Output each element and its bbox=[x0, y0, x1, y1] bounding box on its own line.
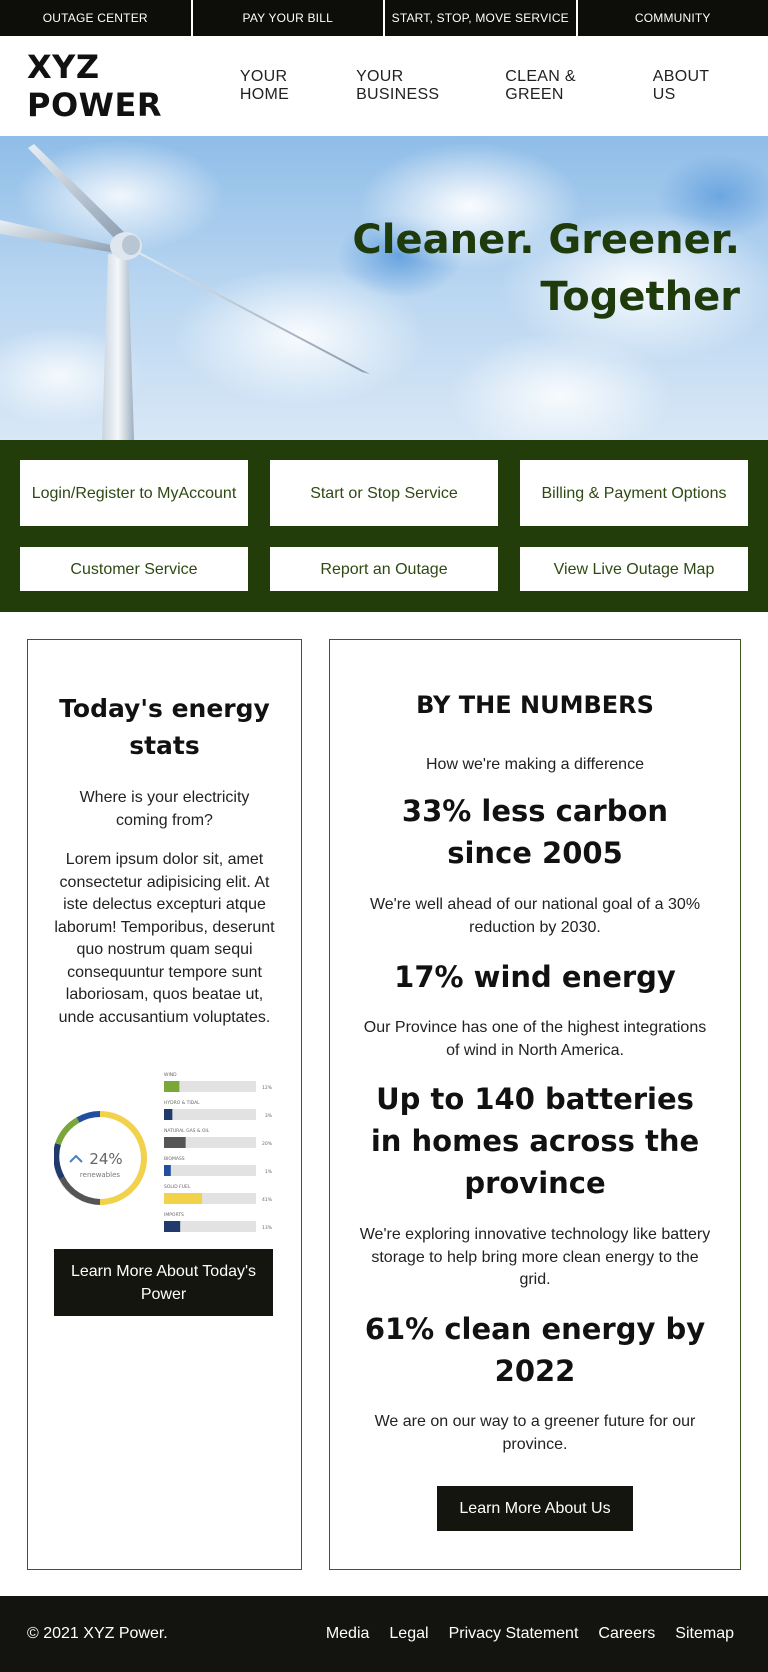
energy-mix-graphic: 24% renewables WIND 12% HYDRO & TIDAL 3% NAT… bbox=[54, 1072, 273, 1232]
energy-source-track bbox=[164, 1165, 256, 1176]
quick-link-billing-payment[interactable]: Billing & Payment Options bbox=[520, 460, 748, 526]
stat-heading-clean-energy: 61% clean energy by 2022 bbox=[364, 1312, 706, 1388]
energy-source-label: BIOMASS bbox=[164, 1156, 185, 1162]
energy-source-row: SOLID FUEL 41% bbox=[164, 1184, 273, 1204]
hero-headline-line-1: Cleaner. Greener. bbox=[352, 217, 740, 263]
hero-headline: Cleaner. Greener. Together bbox=[352, 212, 740, 326]
energy-source-label: SOLID FUEL bbox=[164, 1184, 191, 1190]
energy-source-bar bbox=[164, 1221, 181, 1232]
nav-your-business[interactable]: YOUR BUSINESS bbox=[356, 68, 487, 104]
energy-source-bar bbox=[164, 1081, 180, 1092]
stat-heading-batteries: Up to 140 batteries in homes across the … bbox=[370, 1082, 700, 1200]
quick-link-report-outage[interactable]: Report an Outage bbox=[270, 547, 498, 591]
nav-about-us[interactable]: ABOUT US bbox=[653, 68, 734, 104]
energy-source-label: IMPORTS bbox=[164, 1212, 184, 1218]
quick-link-start-stop-service[interactable]: Start or Stop Service bbox=[270, 460, 498, 526]
utility-link-pay-bill[interactable]: PAY YOUR BILL bbox=[193, 0, 385, 36]
quick-link-login-register[interactable]: Login/Register to MyAccount bbox=[20, 460, 248, 526]
energy-source-label: HYDRO & TIDAL bbox=[164, 1100, 200, 1106]
numbers-subtitle: How we're making a difference bbox=[426, 756, 644, 773]
renewables-percent: 24% bbox=[89, 1150, 122, 1168]
energy-source-row: HYDRO & TIDAL 3% bbox=[164, 1100, 273, 1120]
renewables-caption: renewables bbox=[80, 1171, 120, 1179]
energy-source-track bbox=[164, 1109, 256, 1120]
energy-source-percent: 41% bbox=[262, 1197, 273, 1203]
footer-nav: Media Legal Privacy Statement Careers Si… bbox=[326, 1625, 734, 1643]
energy-source-bar bbox=[164, 1137, 186, 1148]
learn-more-about-us-button[interactable]: Learn More About Us bbox=[437, 1486, 633, 1531]
site-logo[interactable]: XYZ POWER bbox=[27, 48, 240, 124]
energy-stats-body: Lorem ipsum dolor sit, amet consectetur … bbox=[54, 851, 275, 1026]
quick-link-outage-map[interactable]: View Live Outage Map bbox=[520, 547, 748, 591]
energy-source-bar bbox=[164, 1109, 173, 1120]
stat-text-carbon: We're well ahead of our national goal of… bbox=[369, 896, 701, 936]
footer-link-careers[interactable]: Careers bbox=[598, 1625, 655, 1643]
stat-text-batteries: We're exploring innovative technology li… bbox=[359, 1226, 711, 1288]
by-the-numbers-card: BY THE NUMBERS How we're making a differ… bbox=[329, 639, 741, 1570]
energy-source-percent: 1% bbox=[265, 1169, 273, 1175]
energy-source-percent: 20% bbox=[262, 1141, 273, 1147]
energy-source-bars: WIND 12% HYDRO & TIDAL 3% NATURAL GAS & OIL 2… bbox=[164, 1072, 273, 1232]
energy-stats-title: Today's energy stats bbox=[59, 694, 270, 760]
donut-segment-wind bbox=[55, 1117, 80, 1146]
main-nav: YOUR HOME YOUR BUSINESS CLEAN & GREEN AB… bbox=[240, 68, 734, 104]
energy-source-label: NATURAL GAS & OIL bbox=[164, 1128, 210, 1134]
energy-source-row: IMPORTS 13% bbox=[164, 1212, 273, 1232]
trend-up-icon bbox=[69, 1154, 83, 1163]
numbers-title: BY THE NUMBERS bbox=[416, 691, 654, 719]
energy-source-percent: 13% bbox=[262, 1225, 273, 1231]
donut-segment-imports bbox=[54, 1143, 65, 1180]
hero-banner: Cleaner. Greener. Together bbox=[0, 136, 768, 440]
footer-link-sitemap[interactable]: Sitemap bbox=[675, 1625, 734, 1643]
energy-source-bar bbox=[164, 1193, 203, 1204]
energy-source-percent: 12% bbox=[262, 1085, 273, 1091]
utility-link-community[interactable]: COMMUNITY bbox=[578, 0, 768, 36]
donut-segment-gas-oil bbox=[59, 1176, 101, 1205]
footer-link-privacy[interactable]: Privacy Statement bbox=[449, 1625, 579, 1643]
site-footer: © 2021 XYZ Power. Media Legal Privacy St… bbox=[0, 1596, 768, 1672]
energy-source-label: WIND bbox=[164, 1072, 177, 1078]
stat-heading-wind: 17% wind energy bbox=[394, 960, 676, 994]
nav-clean-green[interactable]: CLEAN & GREEN bbox=[505, 68, 634, 104]
renewables-donut: 24% renewables bbox=[54, 1111, 148, 1205]
utility-link-start-stop-move[interactable]: START, STOP, MOVE SERVICE bbox=[385, 0, 578, 36]
site-header: XYZ POWER YOUR HOME YOUR BUSINESS CLEAN … bbox=[0, 36, 768, 136]
stat-text-clean-energy: We are on our way to a greener future fo… bbox=[374, 1413, 696, 1453]
energy-source-percent: 3% bbox=[265, 1113, 273, 1119]
energy-stats-card: Today's energy stats Where is your elect… bbox=[27, 639, 302, 1570]
footer-copyright: © 2021 XYZ Power. bbox=[27, 1625, 168, 1642]
hero-headline-line-2: Together bbox=[540, 274, 740, 320]
energy-source-row: NATURAL GAS & OIL 20% bbox=[164, 1128, 273, 1148]
energy-source-bar bbox=[164, 1165, 171, 1176]
energy-stats-subtitle: Where is your electricity coming from? bbox=[79, 789, 250, 829]
quick-links: Login/Register to MyAccount Start or Sto… bbox=[0, 440, 768, 612]
stat-text-wind: Our Province has one of the highest inte… bbox=[363, 1019, 707, 1059]
utility-nav: OUTAGE CENTER PAY YOUR BILL START, STOP,… bbox=[0, 0, 768, 36]
nav-your-home[interactable]: YOUR HOME bbox=[240, 68, 338, 104]
quick-link-customer-service[interactable]: Customer Service bbox=[20, 547, 248, 591]
footer-link-media[interactable]: Media bbox=[326, 1625, 370, 1643]
energy-source-row: WIND 12% bbox=[164, 1072, 273, 1092]
footer-link-legal[interactable]: Legal bbox=[389, 1625, 428, 1643]
utility-link-outage-center[interactable]: OUTAGE CENTER bbox=[0, 0, 193, 36]
energy-source-row: BIOMASS 1% bbox=[164, 1156, 273, 1176]
stat-heading-carbon: 33% less carbon since 2005 bbox=[401, 794, 669, 870]
learn-more-power-button[interactable]: Learn More About Today's Power bbox=[54, 1249, 273, 1316]
